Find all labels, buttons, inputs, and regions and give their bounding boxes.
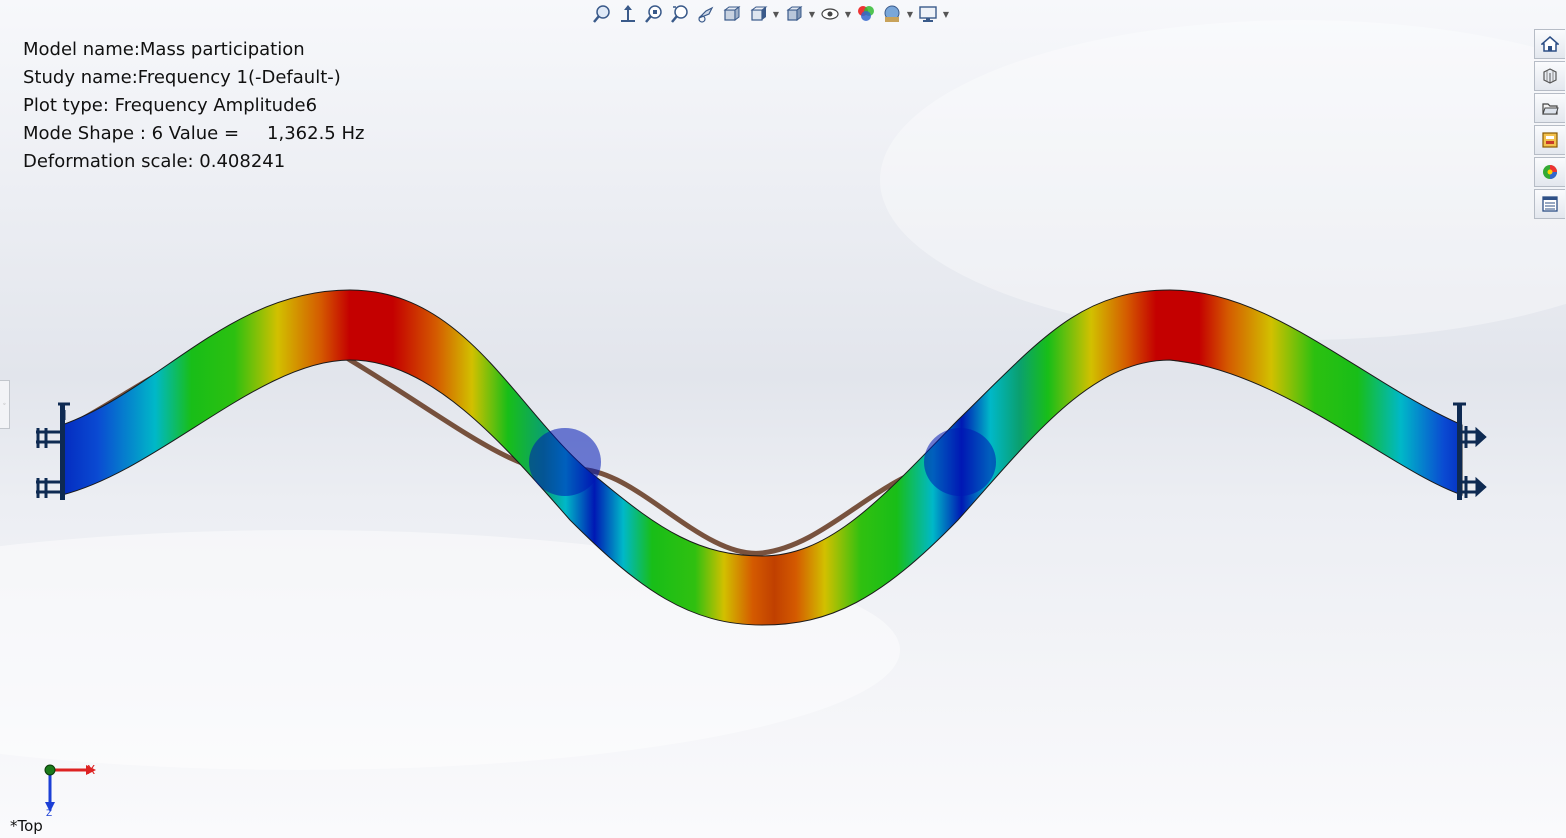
section-view-icon[interactable] xyxy=(720,2,744,26)
triad-z-label: Z xyxy=(46,809,52,818)
display-style-dropdown-icon[interactable]: ▼ xyxy=(808,2,816,26)
graphics-viewport[interactable]: Model name:Mass participation Study name… xyxy=(0,0,1566,838)
zoom-in-out-icon[interactable] xyxy=(668,2,692,26)
expand-arrow-icon: ◦ xyxy=(2,401,7,408)
zoom-area-icon[interactable] xyxy=(642,2,666,26)
plot-type: Plot type: Frequency Amplitude6 xyxy=(23,95,318,116)
file-explorer-icon[interactable] xyxy=(1534,125,1565,155)
hide-show-icon[interactable] xyxy=(818,2,842,26)
mode-shape-label: Mode Shape : 6 Value = xyxy=(23,123,240,144)
apply-scene-icon[interactable] xyxy=(880,2,904,26)
view-settings-icon[interactable] xyxy=(916,2,940,26)
edit-appearance-icon[interactable] xyxy=(854,2,878,26)
deformation-scale: Deformation scale: 0.408241 xyxy=(23,151,286,172)
display-style-icon[interactable] xyxy=(782,2,806,26)
triad-x-label: X xyxy=(87,763,95,777)
feature-manager-expand-handle[interactable]: ◦ xyxy=(0,380,10,429)
custom-properties-icon[interactable] xyxy=(1534,189,1565,219)
home-icon[interactable] xyxy=(1534,29,1565,59)
task-pane-tabs xyxy=(1534,29,1566,221)
appearances-icon[interactable] xyxy=(1534,157,1565,187)
view-orientation-name: *Top xyxy=(10,817,43,835)
study-name: Study name:Frequency 1(-Default-) xyxy=(23,67,341,88)
apply-scene-dropdown-icon[interactable]: ▼ xyxy=(906,2,914,26)
mode-value: 1,362.5 Hz xyxy=(267,123,365,144)
heads-up-toolbar: ▼ ▼ ▼ ▼ ▼ xyxy=(590,2,950,26)
design-library-icon[interactable] xyxy=(1534,93,1565,123)
model-name: Model name:Mass participation xyxy=(23,39,305,60)
plot-info: Model name:Mass participation Study name… xyxy=(23,36,364,176)
view-orientation-dropdown-icon[interactable]: ▼ xyxy=(772,2,780,26)
hide-show-dropdown-icon[interactable]: ▼ xyxy=(844,2,852,26)
reference-triad[interactable]: X Z xyxy=(8,758,108,818)
pan-icon[interactable] xyxy=(616,2,640,26)
rotate-icon[interactable] xyxy=(694,2,718,26)
zoom-to-fit-icon[interactable] xyxy=(590,2,614,26)
view-settings-dropdown-icon[interactable]: ▼ xyxy=(942,2,950,26)
resources-icon[interactable] xyxy=(1534,61,1565,91)
mode-shape: Mode Shape : 6 Value = 1,362.5 Hz xyxy=(23,120,364,148)
view-orientation-icon[interactable] xyxy=(746,2,770,26)
